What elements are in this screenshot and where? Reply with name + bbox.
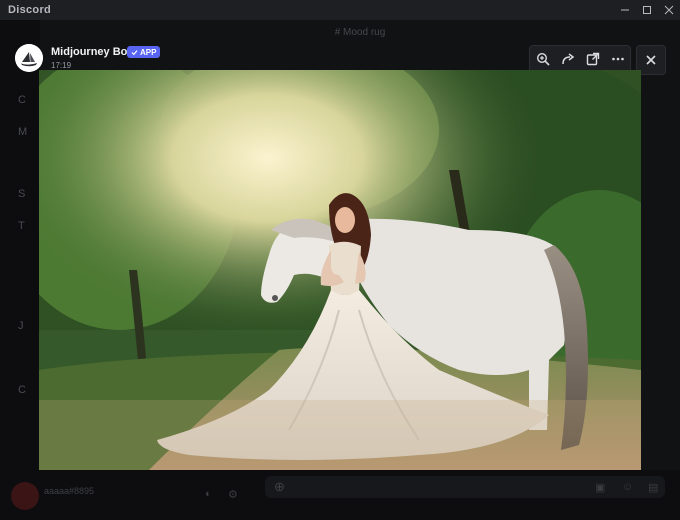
dimmed-sidebar-letter: T (18, 220, 25, 232)
dimmed-channel-header: # Mood rug (334, 26, 386, 38)
window-controls (614, 0, 680, 20)
maximize-icon[interactable] (636, 0, 658, 20)
title-bar: Discord (0, 0, 680, 20)
dimmed-apps-icon: ▤ (648, 482, 659, 494)
minimize-icon[interactable] (614, 0, 636, 20)
author-name[interactable]: Midjourney Bot (51, 46, 131, 58)
dimmed-headset-icon: ◐ (205, 488, 212, 500)
dimmed-sidebar-letter: M (18, 126, 28, 138)
checkmark-icon (131, 49, 138, 55)
app-badge-label: APP (140, 47, 157, 57)
dimmed-plus-icon: ⊕ (274, 479, 285, 494)
dimmed-sidebar-letter: J (18, 320, 24, 332)
image-artwork (39, 70, 641, 470)
app-title: Discord (8, 4, 52, 16)
zoom-in-icon[interactable] (532, 48, 554, 70)
open-external-icon[interactable] (582, 48, 604, 70)
attachment-image[interactable] (39, 70, 641, 470)
dimmed-emoji-icon: ☺ (622, 481, 634, 493)
forward-icon[interactable] (557, 48, 579, 70)
dimmed-sidebar-letter: S (18, 188, 26, 200)
more-icon[interactable] (607, 48, 629, 70)
window-close-icon[interactable] (658, 0, 680, 20)
close-icon (646, 55, 656, 65)
app-badge: APP (127, 46, 161, 58)
dimmed-sidebar-letter: C (18, 384, 26, 396)
timestamp: 17:19 (51, 61, 72, 70)
dimmed-gear-icon: ⚙ (228, 489, 238, 501)
dimmed-gift-icon: ▣ (595, 482, 606, 494)
dimmed-sidebar-letter: C (18, 94, 26, 106)
dimmed-username: aaaaa#8895 (44, 486, 95, 496)
bot-avatar[interactable] (15, 44, 43, 72)
image-toolbar (529, 45, 631, 73)
dimmed-user-avatar (11, 482, 39, 510)
